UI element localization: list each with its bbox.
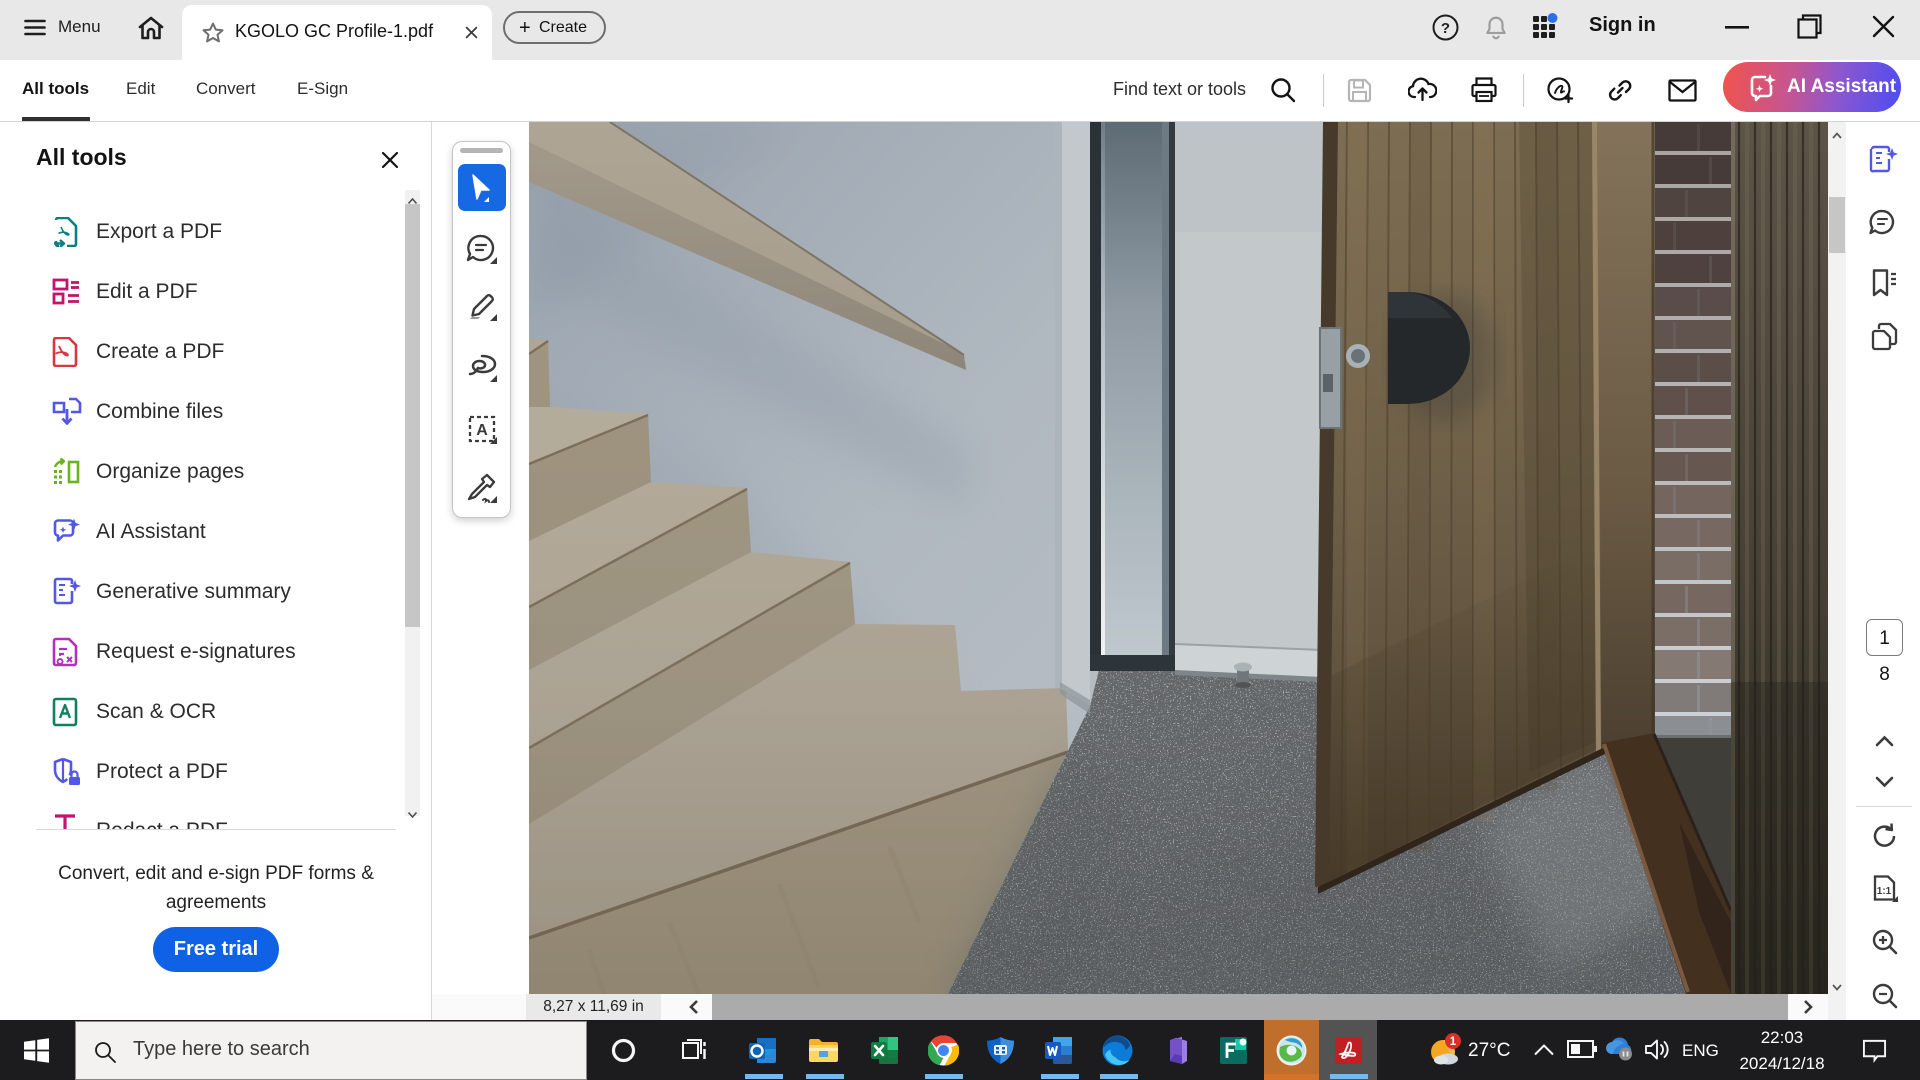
svg-text:1: 1: [1450, 1036, 1457, 1048]
svg-text:?: ?: [1441, 20, 1450, 37]
svg-text:A: A: [476, 422, 488, 439]
svg-text:1:1: 1:1: [1877, 886, 1892, 897]
